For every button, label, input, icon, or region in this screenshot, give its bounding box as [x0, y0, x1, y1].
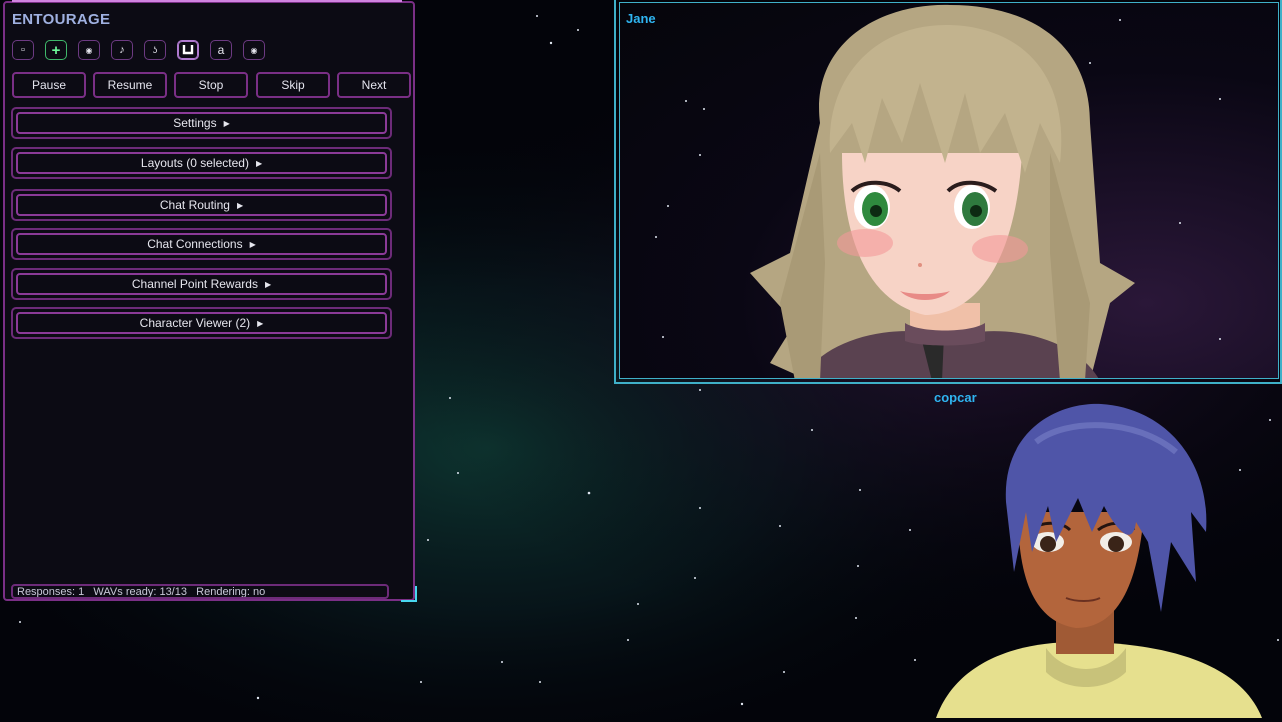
record-icon[interactable]: ◉ [243, 40, 265, 60]
section-chat-connections[interactable]: Chat Connections ▶ [11, 228, 392, 260]
skip-button[interactable]: Skip [256, 72, 330, 98]
copcar-avatar [936, 403, 1262, 718]
letter-a-icon[interactable]: a [210, 40, 232, 60]
app-title: ENTOURAGE [12, 11, 111, 28]
square-icon[interactable]: ▫ [12, 40, 34, 60]
section-label: Layouts (0 selected) [140, 156, 249, 170]
stop-button[interactable]: Stop [174, 72, 248, 98]
expand-arrow-icon: ▶ [236, 200, 244, 210]
pause-button[interactable]: Pause [12, 72, 86, 98]
expand-arrow-icon: ▶ [257, 318, 264, 328]
next-button[interactable]: Next [337, 72, 411, 98]
panel-resize-handle[interactable] [401, 586, 417, 602]
section-layouts[interactable]: Layouts (0 selected) ▶ [11, 147, 392, 179]
section-label: Chat Connections [147, 237, 243, 251]
resume-button[interactable]: Resume [93, 72, 167, 98]
magnet-glyph [182, 45, 194, 55]
section-label: Chat Routing [159, 198, 230, 212]
character-viewport: Jane [619, 2, 1279, 379]
character-name-label: Jane [626, 11, 656, 26]
expand-arrow-icon: ▶ [255, 158, 263, 168]
expand-arrow-icon: ▶ [249, 239, 256, 249]
panel-top-accent [12, 0, 402, 2]
jane-avatar [655, 4, 1221, 378]
section-label: Channel Point Rewards [131, 277, 258, 291]
character-viewer-window[interactable]: Jane [614, 0, 1282, 384]
section-character-viewer[interactable]: Character Viewer (2) ▶ [11, 307, 392, 339]
ear-icon[interactable]: ʖ [144, 40, 166, 60]
section-label: Character Viewer (2) [139, 316, 251, 330]
status-bar: Responses: 1 WAVs ready: 13/13 Rendering… [11, 584, 389, 599]
section-channel-point-rewards[interactable]: Channel Point Rewards ▶ [11, 268, 392, 300]
section-settings[interactable]: Settings ▶ [11, 107, 392, 139]
magnet-icon[interactable] [177, 40, 199, 60]
add-icon[interactable]: + [45, 40, 67, 60]
radio-dot-icon[interactable]: ◉ [78, 40, 100, 60]
section-chat-routing[interactable]: Chat Routing ▶ [11, 189, 392, 221]
music-note-icon[interactable]: ♪ [111, 40, 133, 60]
expand-arrow-icon: ▶ [223, 118, 230, 128]
section-label: Settings [173, 116, 217, 130]
expand-arrow-icon: ▶ [264, 279, 272, 289]
